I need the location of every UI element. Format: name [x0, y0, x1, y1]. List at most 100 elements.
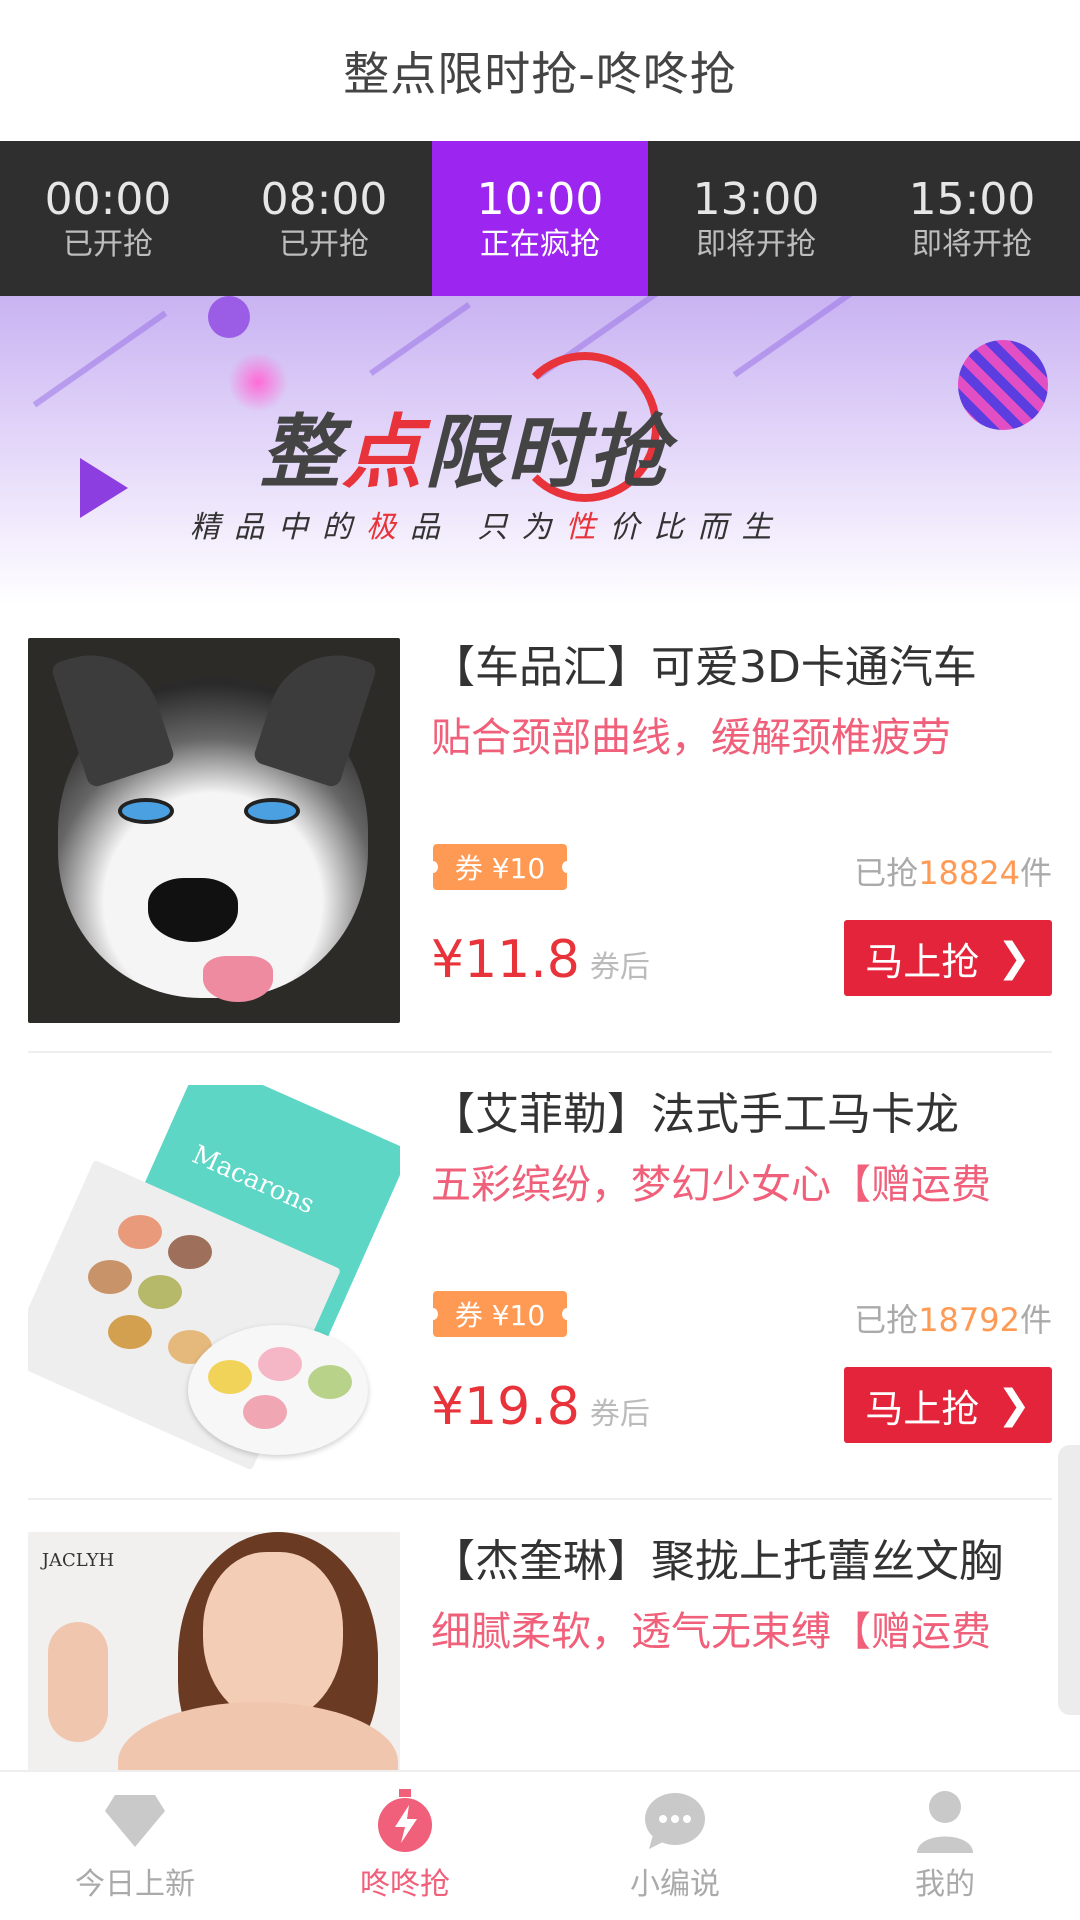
slot-status: 正在疯抢 — [480, 226, 600, 262]
product-name[interactable]: 【艾菲勒】法式手工马卡龙 — [431, 1085, 1052, 1145]
macaron — [108, 1315, 152, 1349]
sold-prefix: 已抢 — [854, 1301, 919, 1339]
sold-number: 18824 — [918, 854, 1020, 892]
macaron — [138, 1275, 182, 1309]
chat-bubble-icon — [643, 1789, 707, 1853]
slogan-part-red: 性 — [565, 510, 610, 545]
side-drawer-handle[interactable] — [1058, 1445, 1080, 1715]
product-price: ¥11.8 — [431, 930, 580, 990]
price-note: 券后 — [589, 950, 650, 985]
sold-suffix: 件 — [1019, 1301, 1052, 1339]
logo-part: 限时抢 — [424, 406, 670, 499]
husky-ear — [252, 638, 378, 789]
slot-time: 13:00 — [692, 173, 820, 225]
slot-time: 08:00 — [260, 173, 388, 225]
price-row: ¥11.8 券后 — [431, 930, 650, 990]
sold-count: 已抢18792件 — [854, 1295, 1052, 1341]
time-slot-1300[interactable]: 13:00 即将开抢 — [648, 141, 864, 296]
model-face — [203, 1552, 343, 1722]
husky-tongue — [203, 956, 273, 1002]
banner-triangle — [80, 458, 128, 518]
product-image-macaron[interactable]: Macarons — [28, 1085, 400, 1470]
chevron-right-icon: ❯ — [997, 935, 1031, 981]
buy-now-button[interactable]: 马上抢 ❯ — [844, 1367, 1052, 1443]
product-name[interactable]: 【杰奎琳】聚拢上托蕾丝文胸 — [431, 1532, 1052, 1592]
promo-banner[interactable]: 整点限时抢 精品中的极品 只为性价比而生 — [0, 296, 1080, 606]
slot-time: 15:00 — [908, 173, 1036, 225]
macaron — [168, 1235, 212, 1269]
banner-logo-text: 整点限时抢 — [260, 388, 670, 504]
slot-status: 已开抢 — [279, 226, 369, 262]
product-card[interactable]: Macarons 【艾菲勒】法式手工马卡龙 五彩缤纷，梦幻少女心【赠运费 券 ¥… — [28, 1053, 1052, 1500]
price-row: ¥19.8 券后 — [431, 1377, 650, 1437]
model-hand — [48, 1622, 108, 1742]
time-slot-bar: 00:00 已开抢 08:00 已开抢 10:00 正在疯抢 13:00 即将开… — [0, 141, 1080, 296]
product-desc: 贴合颈部曲线，缓解颈椎疲劳 — [431, 715, 951, 761]
sold-prefix: 已抢 — [854, 854, 919, 892]
husky-eye — [244, 798, 300, 824]
macaron — [208, 1360, 252, 1394]
sold-suffix: 件 — [1019, 854, 1052, 892]
stopwatch-icon — [373, 1789, 437, 1853]
husky-ear — [50, 638, 176, 789]
macaron — [258, 1347, 302, 1381]
slot-status: 已开抢 — [63, 226, 153, 262]
slogan-part: 精品中的 — [190, 510, 366, 545]
husky-eye — [118, 798, 174, 824]
bottom-tab-bar: 今日上新 咚咚抢 小编说 我的 — [0, 1770, 1080, 1920]
brand-logo: JACLYH — [41, 1550, 115, 1571]
macaron-illustration: Macarons — [28, 1085, 400, 1470]
logo-part: 整 — [260, 406, 342, 499]
product-image-pillow[interactable] — [28, 638, 400, 1023]
macaron — [88, 1260, 132, 1294]
tab-label: 小编说 — [630, 1867, 720, 1902]
time-slot-1500[interactable]: 15:00 即将开抢 — [864, 141, 1080, 296]
buy-label: 马上抢 — [865, 939, 980, 984]
macaron — [243, 1395, 287, 1429]
product-price: ¥19.8 — [431, 1377, 580, 1437]
product-info: 【车品汇】可爱3D卡通汽车 贴合颈部曲线，缓解颈椎疲劳 券 ¥10 已抢1882… — [428, 638, 1052, 1023]
slot-time: 10:00 — [476, 173, 604, 225]
tab-editor-says[interactable]: 小编说 — [540, 1772, 810, 1920]
tab-today-new[interactable]: 今日上新 — [0, 1772, 270, 1920]
slogan-part: 品 只为 — [410, 510, 566, 545]
product-list: 【车品汇】可爱3D卡通汽车 贴合颈部曲线，缓解颈椎疲劳 券 ¥10 已抢1882… — [0, 606, 1080, 1920]
banner-stripe — [732, 296, 868, 378]
tab-dongdong-grab[interactable]: 咚咚抢 — [270, 1772, 540, 1920]
coupon-badge: 券 ¥10 — [428, 1291, 572, 1337]
page-header: 整点限时抢-咚咚抢 — [0, 0, 1080, 141]
tab-label: 咚咚抢 — [360, 1867, 450, 1902]
chevron-right-icon: ❯ — [997, 1382, 1031, 1428]
logo-part-red: 点 — [342, 406, 424, 499]
husky-pillow-illustration — [28, 638, 400, 1023]
time-slot-0000[interactable]: 00:00 已开抢 — [0, 141, 216, 296]
macaron — [118, 1215, 162, 1249]
slot-status: 即将开抢 — [696, 226, 816, 262]
tab-mine[interactable]: 我的 — [810, 1772, 1080, 1920]
price-note: 券后 — [589, 1397, 650, 1432]
slogan-part: 价比而生 — [609, 510, 786, 545]
coupon-badge: 券 ¥10 — [428, 844, 572, 890]
slot-status: 即将开抢 — [912, 226, 1032, 262]
sold-number: 18792 — [918, 1301, 1020, 1339]
slot-time: 00:00 — [44, 173, 172, 225]
husky-nose — [148, 878, 238, 942]
slogan-part-red: 极 — [366, 510, 410, 545]
buy-now-button[interactable]: 马上抢 ❯ — [844, 920, 1052, 996]
person-icon — [913, 1789, 977, 1853]
time-slot-0800[interactable]: 08:00 已开抢 — [216, 141, 432, 296]
time-slot-1000[interactable]: 10:00 正在疯抢 — [432, 141, 648, 296]
buy-label: 马上抢 — [865, 1386, 980, 1431]
banner-stripe — [32, 310, 168, 408]
banner-stripe — [369, 302, 471, 376]
product-name[interactable]: 【车品汇】可爱3D卡通汽车 — [431, 638, 1052, 698]
banner-striped-ball — [958, 340, 1048, 430]
sold-count: 已抢18824件 — [854, 848, 1052, 894]
diamond-icon — [103, 1789, 167, 1853]
product-desc: 细腻柔软，透气无束缚【赠运费 — [431, 1609, 991, 1655]
product-card[interactable]: 【车品汇】可爱3D卡通汽车 贴合颈部曲线，缓解颈椎疲劳 券 ¥10 已抢1882… — [28, 606, 1052, 1053]
banner-dot-circle — [208, 296, 250, 338]
macaron — [308, 1365, 352, 1399]
banner-slogan: 精品中的极品 只为性价比而生 — [190, 502, 786, 546]
page-title: 整点限时抢-咚咚抢 — [343, 46, 737, 101]
